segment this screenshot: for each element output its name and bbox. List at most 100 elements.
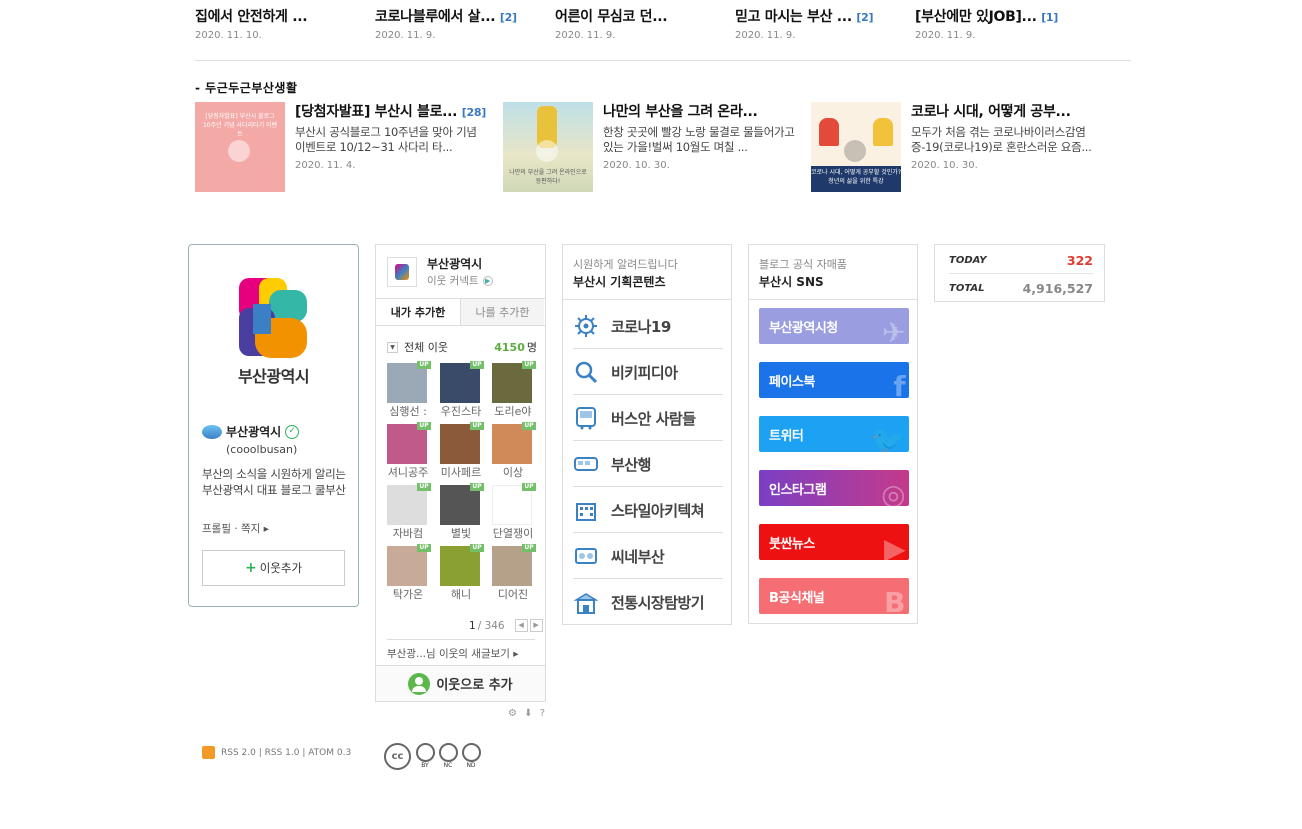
neighbor-avatar[interactable] [440,485,480,525]
rss-links[interactable]: RSS 2.0 | RSS 1.0 | ATOM 0.3 [202,746,351,759]
sns-button[interactable]: 트위터 🐦 [759,416,909,452]
comment-count[interactable]: [2] [856,11,873,24]
post-title[interactable]: 믿고 마시는 부산 ... [735,9,852,25]
contents-item[interactable]: 스타일아키텍쳐 [573,488,723,533]
post-thumbnail[interactable]: [당첨자발표] 부산시 블로그 10주년 기념 사다리타기 이벤트 [195,102,285,192]
neighbor-item[interactable]: UP 해니 [438,544,484,606]
category-title[interactable]: - 두근두근부산생활 [195,79,297,96]
neighbor-name[interactable]: 해니 [438,586,484,602]
neighbor-avatar[interactable] [492,546,532,586]
widget-tools[interactable]: ⚙ ⬇ ? [508,708,547,719]
post-title[interactable]: 어른이 무심코 던... [555,9,668,25]
busan-mini-logo[interactable] [387,257,417,287]
neighbor-new-posts-link[interactable]: 부산광...님 이웃의 새글보기 ▸ [387,639,535,661]
neighbor-avatar[interactable] [387,546,427,586]
comment-count[interactable]: [1] [1041,11,1058,24]
neighbor-name[interactable]: 도리e야 [490,403,536,419]
tab-i-added[interactable]: 내가 추가한 [376,299,460,325]
neighbor-avatar[interactable] [387,424,427,464]
sns-button[interactable]: B공식채널 B [759,578,909,614]
neighbor-item[interactable]: UP 탁가온 [385,544,431,606]
neighbor-avatar[interactable] [492,485,532,525]
neighbor-item[interactable]: UP 도리e야 [490,361,536,423]
top-post-1[interactable]: 집에서 안전하게 ... 2020. 11. 10. [195,6,370,41]
neighbor-name[interactable]: 이상 [490,464,536,480]
add-neighbor-button[interactable]: + 이웃추가 [202,550,345,586]
sns-button[interactable]: 페이스북 f [759,362,909,398]
neighbor-item[interactable]: UP 셔니공주 [385,422,431,484]
dropdown-icon[interactable]: ▼ [387,341,398,353]
neighbor-title[interactable]: 부산광역시 [427,255,482,272]
neighbor-item[interactable]: UP 디어진 [490,544,536,606]
contents-item[interactable]: 코로나19 [573,304,723,349]
creative-commons-license[interactable]: cc BY NC ND [384,743,481,770]
top-post-4[interactable]: 믿고 마시는 부산 ... [2] 2020. 11. 9. [735,6,910,41]
profile-links[interactable]: 프롤필 · 쪽지 ▸ [202,521,269,536]
neighbor-item[interactable]: UP 단열쟁이 [490,483,536,545]
neighbor-name[interactable]: 우진스타 [438,403,484,419]
neighbor-name[interactable]: 자바컴 [385,525,431,541]
post-title[interactable]: 집에서 안전하게 ... [195,9,308,25]
sns-button[interactable]: 붓싼뉴스 ▶ [759,524,909,560]
profile-name[interactable]: 부산광역시 [226,423,281,440]
comment-count[interactable]: [2] [500,11,517,24]
contents-item[interactable]: 부산행 [573,442,723,487]
update-badge: UP [417,483,431,491]
neighbor-connect-label[interactable]: 이웃 커넥트 [427,273,479,288]
neighbor-item[interactable]: UP 이상 [490,422,536,484]
thumbnail-caption: 코로나 시대, 어떻게 공부할 것인가? 청년의 삶을 위한 특강 [811,166,901,192]
film-icon [573,543,599,569]
neighbor-name[interactable]: 단열쟁이 [490,525,536,541]
contents-item[interactable]: 전통시장탐방기 [573,580,723,625]
all-neighbors-label[interactable]: 전체 이웃 [404,339,448,355]
post-title[interactable]: [부산에만 있JOB]... [915,9,1037,25]
avatar-icon[interactable] [202,424,222,439]
neighbor-avatar[interactable] [440,424,480,464]
neighbor-avatar[interactable] [492,424,532,464]
neighbor-item[interactable]: UP 별빛 [438,483,484,545]
rss-text[interactable]: RSS 2.0 | RSS 1.0 | ATOM 0.3 [221,748,351,758]
neighbor-name[interactable]: 심행선 : [385,403,431,419]
post-thumbnail[interactable]: 나만의 부산을 그려 온라인으로 등판하다! [503,102,593,192]
post-card-2[interactable]: 나만의 부산을 그려 온라인으로 등판하다! 나만의 부산을 그려 온라... … [503,102,803,212]
neighbor-avatar[interactable] [440,363,480,403]
card-title[interactable]: 나만의 부산을 그려 온라... [603,104,758,120]
comment-count[interactable]: [28] [462,106,486,119]
person-icon [408,672,431,695]
neighbor-avatar[interactable] [387,485,427,525]
neighbor-avatar[interactable] [492,363,532,403]
sns-button[interactable]: 인스타그램 ◎ [759,470,909,506]
post-thumbnail[interactable]: 코로나 시대, 어떻게 공부할 것인가? 청년의 삶을 위한 특강 [811,102,901,192]
neighbor-name[interactable]: 디어진 [490,586,536,602]
card-title[interactable]: [당첨자발표] 부산시 블로... [295,104,458,120]
sns-button[interactable]: 부산광역시청 ✈ [759,308,909,344]
planned-contents-widget: 시원하게 알려드립니다 부산시 기획콘텐츠 코로나19 비키피디아 버스안 사람들 부… [562,244,732,625]
neighbor-item[interactable]: UP 심행선 : [385,361,431,423]
add-as-neighbor-button[interactable]: 이웃으로 추가 [376,665,545,701]
neighbor-name[interactable]: 별빛 [438,525,484,541]
neighbor-item[interactable]: UP 자바컴 [385,483,431,545]
cc-nc-icon: NC [438,743,458,769]
post-card-3[interactable]: 코로나 시대, 어떻게 공부할 것인가? 청년의 삶을 위한 특강 코로나 시대… [811,102,1111,212]
neighbor-item[interactable]: UP 미사페르 [438,422,484,484]
top-post-2[interactable]: 코로나블루에서 살... [2] 2020. 11. 9. [375,6,550,41]
next-page-button[interactable]: ▶ [529,619,543,632]
contents-item[interactable]: 씨네부산 [573,534,723,579]
neighbor-name[interactable]: 탁가온 [385,586,431,602]
post-title[interactable]: 코로나블루에서 살... [375,9,496,25]
prev-page-button[interactable]: ◀ [514,619,528,632]
contents-item[interactable]: 비키피디아 [573,350,723,395]
neighbor-avatar[interactable] [387,363,427,403]
busan-logo[interactable] [239,278,311,362]
top-post-5[interactable]: [부산에만 있JOB]... [1] 2020. 11. 9. [915,6,1090,41]
tab-added-me[interactable]: 나를 추가한 [460,299,544,325]
contents-item[interactable]: 버스안 사람들 [573,396,723,441]
post-card-1[interactable]: [당첨자발표] 부산시 블로그 10주년 기념 사다리타기 이벤트 [당첨자발표… [195,102,495,212]
neighbor-item[interactable]: UP 우진스타 [438,361,484,423]
neighbor-name[interactable]: 셔니공주 [385,464,431,480]
top-post-3[interactable]: 어른이 무심코 던... 2020. 11. 9. [555,6,730,41]
chevron-right-icon[interactable]: ▶ [482,275,493,286]
neighbor-name[interactable]: 미사페르 [438,464,484,480]
neighbor-avatar[interactable] [440,546,480,586]
card-title[interactable]: 코로나 시대, 어떻게 공부... [911,104,1071,120]
